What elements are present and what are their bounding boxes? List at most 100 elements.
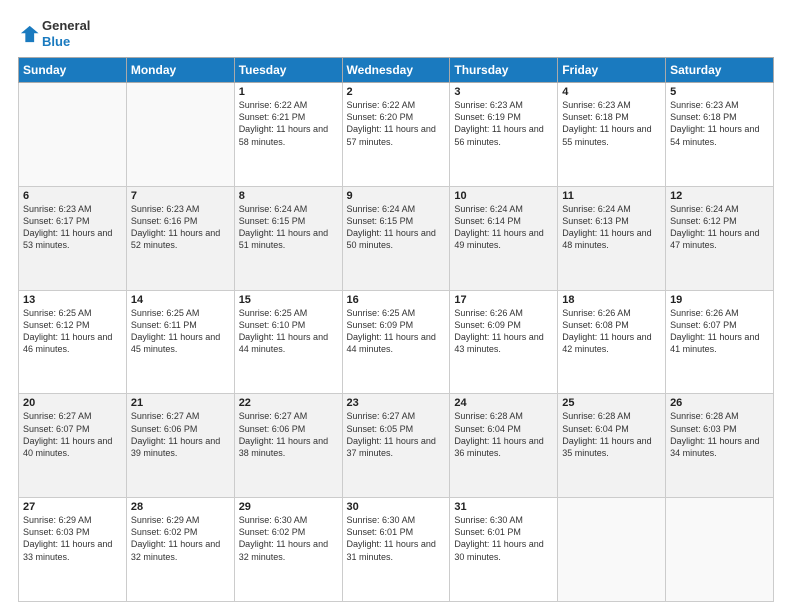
logo: General Blue [18,18,90,49]
day-cell: 14Sunrise: 6:25 AM Sunset: 6:11 PM Dayli… [126,290,234,394]
day-cell [126,83,234,187]
header: General Blue [18,18,774,49]
day-info: Sunrise: 6:27 AM Sunset: 6:06 PM Dayligh… [131,410,230,459]
day-info: Sunrise: 6:30 AM Sunset: 6:02 PM Dayligh… [239,514,338,563]
day-number: 17 [454,294,553,306]
day-number: 24 [454,397,553,409]
day-cell: 21Sunrise: 6:27 AM Sunset: 6:06 PM Dayli… [126,394,234,498]
day-cell: 17Sunrise: 6:26 AM Sunset: 6:09 PM Dayli… [450,290,558,394]
day-cell: 30Sunrise: 6:30 AM Sunset: 6:01 PM Dayli… [342,498,450,602]
day-info: Sunrise: 6:26 AM Sunset: 6:07 PM Dayligh… [670,307,769,356]
day-cell: 18Sunrise: 6:26 AM Sunset: 6:08 PM Dayli… [558,290,666,394]
day-cell: 23Sunrise: 6:27 AM Sunset: 6:05 PM Dayli… [342,394,450,498]
day-number: 30 [347,501,446,513]
day-number: 5 [670,86,769,98]
day-info: Sunrise: 6:26 AM Sunset: 6:09 PM Dayligh… [454,307,553,356]
day-cell [19,83,127,187]
day-number: 28 [131,501,230,513]
week-row-2: 6Sunrise: 6:23 AM Sunset: 6:17 PM Daylig… [19,186,774,290]
day-number: 9 [347,190,446,202]
week-row-3: 13Sunrise: 6:25 AM Sunset: 6:12 PM Dayli… [19,290,774,394]
day-cell: 20Sunrise: 6:27 AM Sunset: 6:07 PM Dayli… [19,394,127,498]
day-cell: 4Sunrise: 6:23 AM Sunset: 6:18 PM Daylig… [558,83,666,187]
weekday-header-saturday: Saturday [666,58,774,83]
day-info: Sunrise: 6:30 AM Sunset: 6:01 PM Dayligh… [454,514,553,563]
day-info: Sunrise: 6:24 AM Sunset: 6:14 PM Dayligh… [454,203,553,252]
day-info: Sunrise: 6:29 AM Sunset: 6:03 PM Dayligh… [23,514,122,563]
day-cell [558,498,666,602]
weekday-header-friday: Friday [558,58,666,83]
day-cell: 22Sunrise: 6:27 AM Sunset: 6:06 PM Dayli… [234,394,342,498]
weekday-header-wednesday: Wednesday [342,58,450,83]
day-number: 22 [239,397,338,409]
day-cell: 25Sunrise: 6:28 AM Sunset: 6:04 PM Dayli… [558,394,666,498]
day-info: Sunrise: 6:27 AM Sunset: 6:06 PM Dayligh… [239,410,338,459]
day-cell: 16Sunrise: 6:25 AM Sunset: 6:09 PM Dayli… [342,290,450,394]
day-info: Sunrise: 6:25 AM Sunset: 6:11 PM Dayligh… [131,307,230,356]
week-row-5: 27Sunrise: 6:29 AM Sunset: 6:03 PM Dayli… [19,498,774,602]
week-row-4: 20Sunrise: 6:27 AM Sunset: 6:07 PM Dayli… [19,394,774,498]
day-info: Sunrise: 6:25 AM Sunset: 6:09 PM Dayligh… [347,307,446,356]
week-row-1: 1Sunrise: 6:22 AM Sunset: 6:21 PM Daylig… [19,83,774,187]
day-number: 16 [347,294,446,306]
day-info: Sunrise: 6:27 AM Sunset: 6:05 PM Dayligh… [347,410,446,459]
day-info: Sunrise: 6:24 AM Sunset: 6:12 PM Dayligh… [670,203,769,252]
day-cell: 13Sunrise: 6:25 AM Sunset: 6:12 PM Dayli… [19,290,127,394]
day-number: 25 [562,397,661,409]
day-info: Sunrise: 6:22 AM Sunset: 6:21 PM Dayligh… [239,99,338,148]
day-number: 7 [131,190,230,202]
day-number: 6 [23,190,122,202]
day-number: 11 [562,190,661,202]
day-info: Sunrise: 6:23 AM Sunset: 6:16 PM Dayligh… [131,203,230,252]
day-number: 18 [562,294,661,306]
calendar-table: SundayMondayTuesdayWednesdayThursdayFrid… [18,57,774,602]
day-info: Sunrise: 6:28 AM Sunset: 6:04 PM Dayligh… [562,410,661,459]
day-info: Sunrise: 6:25 AM Sunset: 6:12 PM Dayligh… [23,307,122,356]
day-number: 23 [347,397,446,409]
day-number: 14 [131,294,230,306]
day-info: Sunrise: 6:23 AM Sunset: 6:17 PM Dayligh… [23,203,122,252]
weekday-header-row: SundayMondayTuesdayWednesdayThursdayFrid… [19,58,774,83]
day-number: 29 [239,501,338,513]
day-number: 26 [670,397,769,409]
day-number: 13 [23,294,122,306]
day-info: Sunrise: 6:25 AM Sunset: 6:10 PM Dayligh… [239,307,338,356]
day-number: 20 [23,397,122,409]
calendar-page: General Blue SundayMondayTuesdayWednesda… [0,0,792,612]
day-number: 10 [454,190,553,202]
day-cell: 8Sunrise: 6:24 AM Sunset: 6:15 PM Daylig… [234,186,342,290]
day-cell: 7Sunrise: 6:23 AM Sunset: 6:16 PM Daylig… [126,186,234,290]
day-info: Sunrise: 6:23 AM Sunset: 6:18 PM Dayligh… [562,99,661,148]
day-number: 21 [131,397,230,409]
day-info: Sunrise: 6:24 AM Sunset: 6:13 PM Dayligh… [562,203,661,252]
day-cell: 28Sunrise: 6:29 AM Sunset: 6:02 PM Dayli… [126,498,234,602]
day-info: Sunrise: 6:28 AM Sunset: 6:04 PM Dayligh… [454,410,553,459]
weekday-header-thursday: Thursday [450,58,558,83]
day-cell: 1Sunrise: 6:22 AM Sunset: 6:21 PM Daylig… [234,83,342,187]
day-info: Sunrise: 6:22 AM Sunset: 6:20 PM Dayligh… [347,99,446,148]
day-cell [666,498,774,602]
weekday-header-monday: Monday [126,58,234,83]
day-number: 31 [454,501,553,513]
day-cell: 24Sunrise: 6:28 AM Sunset: 6:04 PM Dayli… [450,394,558,498]
day-cell: 5Sunrise: 6:23 AM Sunset: 6:18 PM Daylig… [666,83,774,187]
day-info: Sunrise: 6:23 AM Sunset: 6:19 PM Dayligh… [454,99,553,148]
day-info: Sunrise: 6:24 AM Sunset: 6:15 PM Dayligh… [239,203,338,252]
day-cell: 6Sunrise: 6:23 AM Sunset: 6:17 PM Daylig… [19,186,127,290]
day-number: 15 [239,294,338,306]
day-cell: 10Sunrise: 6:24 AM Sunset: 6:14 PM Dayli… [450,186,558,290]
day-info: Sunrise: 6:24 AM Sunset: 6:15 PM Dayligh… [347,203,446,252]
day-info: Sunrise: 6:26 AM Sunset: 6:08 PM Dayligh… [562,307,661,356]
day-number: 2 [347,86,446,98]
day-cell: 9Sunrise: 6:24 AM Sunset: 6:15 PM Daylig… [342,186,450,290]
day-cell: 2Sunrise: 6:22 AM Sunset: 6:20 PM Daylig… [342,83,450,187]
day-number: 4 [562,86,661,98]
day-cell: 11Sunrise: 6:24 AM Sunset: 6:13 PM Dayli… [558,186,666,290]
day-cell: 27Sunrise: 6:29 AM Sunset: 6:03 PM Dayli… [19,498,127,602]
weekday-header-tuesday: Tuesday [234,58,342,83]
day-info: Sunrise: 6:23 AM Sunset: 6:18 PM Dayligh… [670,99,769,148]
logo-text: General Blue [42,18,90,49]
day-info: Sunrise: 6:30 AM Sunset: 6:01 PM Dayligh… [347,514,446,563]
day-cell: 15Sunrise: 6:25 AM Sunset: 6:10 PM Dayli… [234,290,342,394]
day-cell: 12Sunrise: 6:24 AM Sunset: 6:12 PM Dayli… [666,186,774,290]
